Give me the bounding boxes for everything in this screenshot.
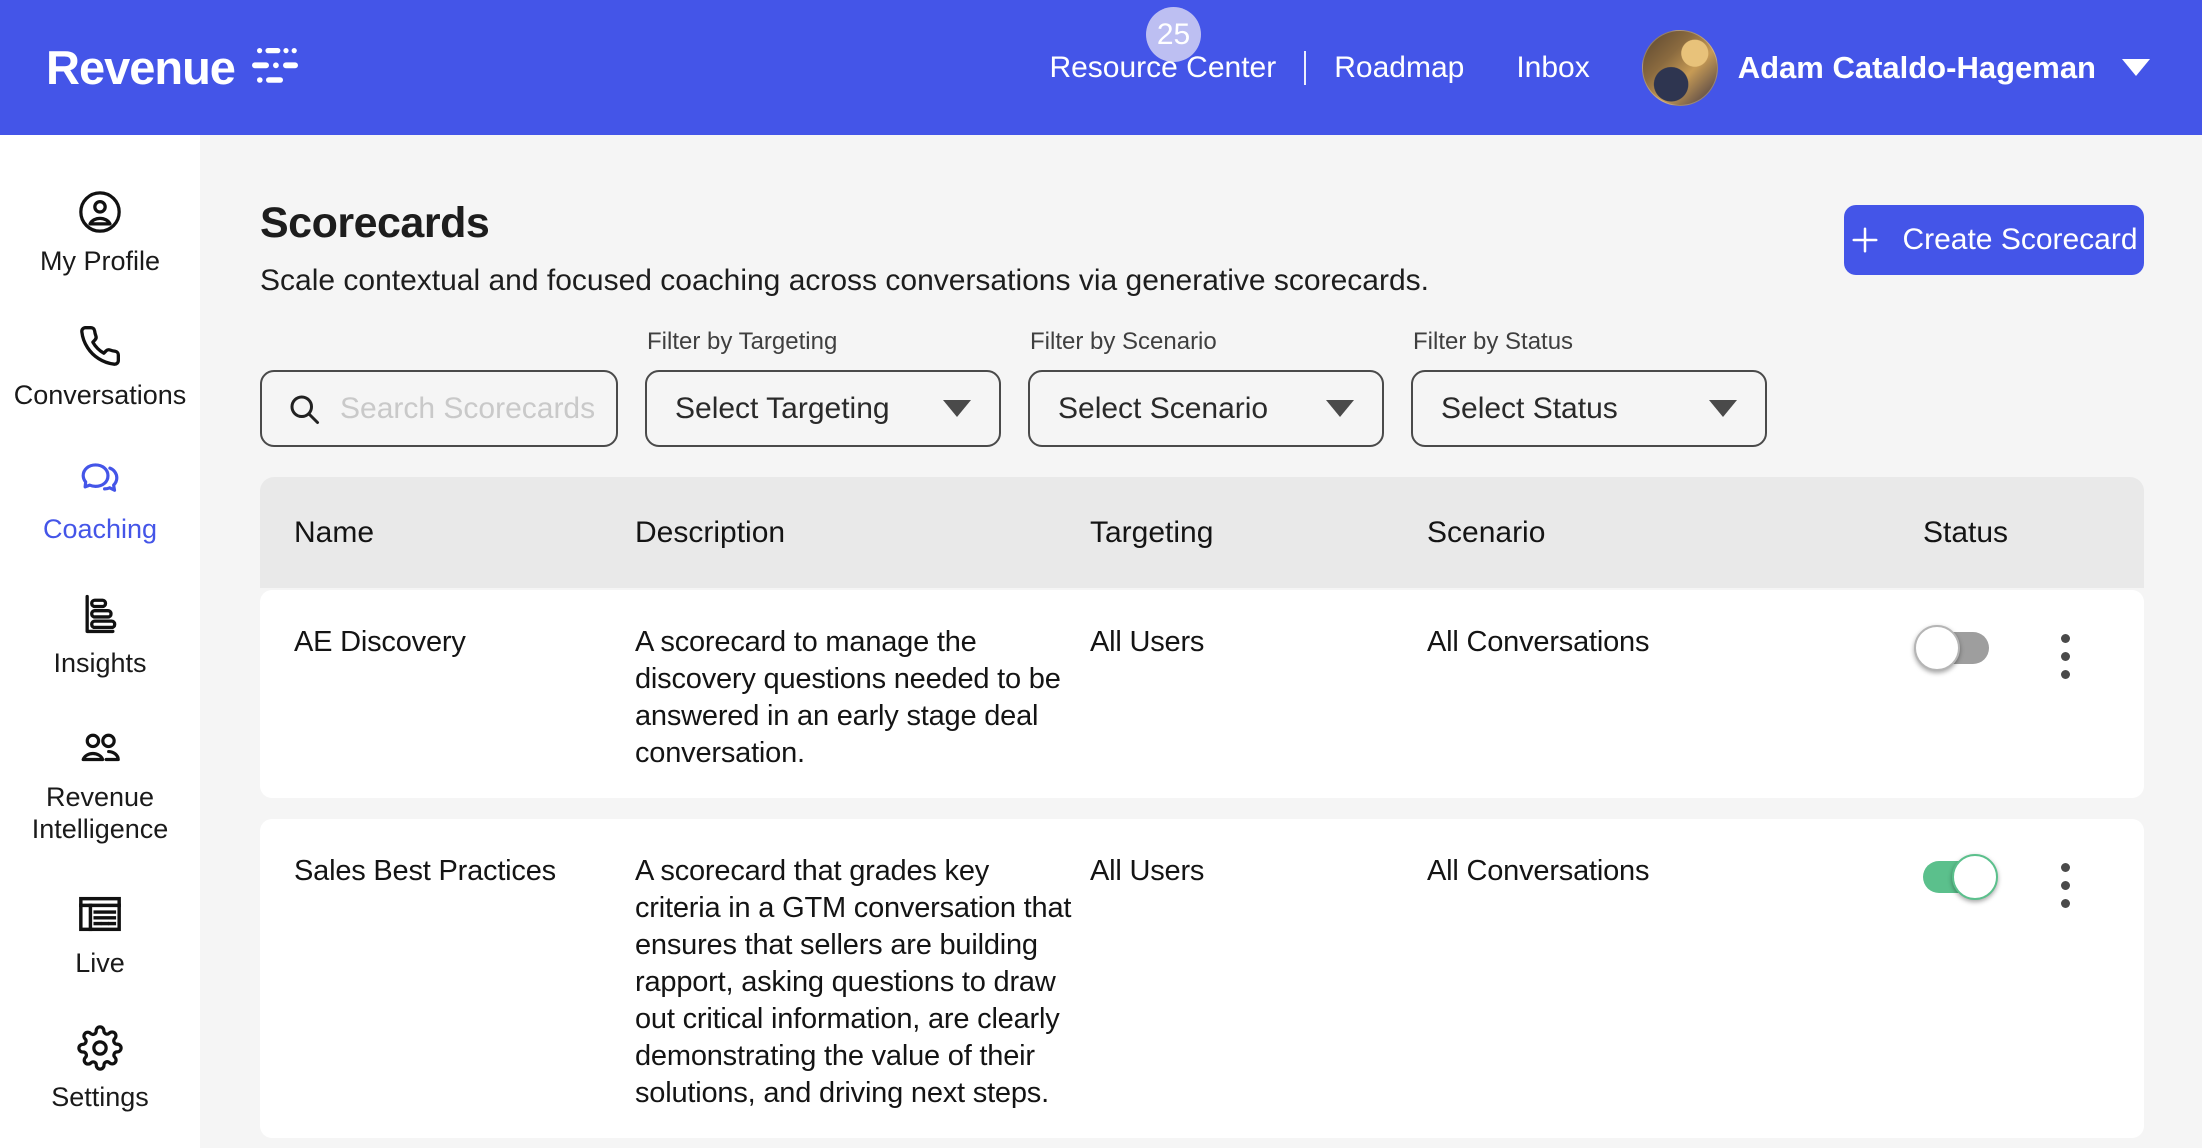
search-scorecards-box <box>260 370 618 447</box>
scenario-select-value: Select Scenario <box>1058 392 1268 426</box>
cell-description: A scorecard to manage the discovery ques… <box>635 624 1090 772</box>
column-header-name: Name <box>294 516 635 550</box>
filter-scenario-group: Filter by Scenario Select Scenario <box>1028 328 1384 447</box>
sidebar-nav: My Profile Conversations Coaching <box>0 135 200 1148</box>
status-toggle[interactable] <box>1923 632 1989 664</box>
app-root: Revenue 25 Resource Center Roadmap Inbox… <box>0 0 2202 1148</box>
sidebar-item-label: Settings <box>5 1081 195 1113</box>
column-header-status: Status <box>1923 516 2134 550</box>
cell-status <box>1923 853 2134 914</box>
user-avatar[interactable] <box>1642 30 1718 106</box>
search-icon <box>286 391 322 427</box>
table-header-row: Name Description Targeting Scenario Stat… <box>260 477 2144 588</box>
toggle-knob <box>1952 854 1998 900</box>
logo-text: Revenue <box>46 40 235 95</box>
status-toggle[interactable] <box>1923 861 1989 893</box>
nav-roadmap[interactable]: Roadmap <box>1334 51 1464 85</box>
cell-targeting: All Users <box>1090 853 1427 890</box>
header-nav: Resource Center Roadmap Inbox Adam Catal… <box>1049 0 2150 135</box>
sidebar-item-insights[interactable]: Insights <box>5 591 195 679</box>
top-header: Revenue 25 Resource Center Roadmap Inbox… <box>0 0 2202 135</box>
create-scorecard-button[interactable]: Create Scorecard <box>1844 205 2144 275</box>
nav-resource-center[interactable]: Resource Center <box>1049 51 1276 85</box>
search-input[interactable] <box>322 392 602 426</box>
sidebar-item-conversations[interactable]: Conversations <box>5 323 195 411</box>
cell-name: AE Discovery <box>294 624 635 661</box>
page-head-text: Scorecards Scale contextual and focused … <box>260 199 1429 298</box>
scenario-select[interactable]: Select Scenario <box>1028 370 1384 447</box>
caret-down-icon <box>1709 400 1737 417</box>
leaderboard-bars-icon <box>77 591 123 637</box>
two-people-icon <box>77 725 123 771</box>
sidebar-item-revenue-intelligence[interactable]: Revenue Intelligence <box>5 725 195 845</box>
toggle-knob <box>1914 625 1960 671</box>
filter-status-label: Filter by Status <box>1413 328 1767 356</box>
sidebar-item-my-profile[interactable]: My Profile <box>5 189 195 277</box>
sidebar-item-label: Conversations <box>5 379 195 411</box>
cell-status <box>1923 624 2134 685</box>
gear-icon <box>77 1025 123 1071</box>
caret-down-icon <box>943 400 971 417</box>
status-select-value: Select Status <box>1441 392 1618 426</box>
logo-signal-icon <box>249 46 301 90</box>
table-row: AE Discovery A scorecard to manage the d… <box>260 590 2144 798</box>
sidebar-item-coaching[interactable]: Coaching <box>5 457 195 545</box>
row-menu-kebab-icon[interactable] <box>2051 857 2080 914</box>
cell-description: A scorecard that grades key criteria in … <box>635 853 1090 1112</box>
scorecards-table: Name Description Targeting Scenario Stat… <box>260 477 2144 1138</box>
page-subtitle: Scale contextual and focused coaching ac… <box>260 264 1429 298</box>
row-menu-kebab-icon[interactable] <box>2051 628 2080 685</box>
sidebar-item-label: Coaching <box>5 513 195 545</box>
app-logo[interactable]: Revenue <box>46 0 301 135</box>
nav-separator <box>1304 51 1306 85</box>
caret-down-icon <box>1326 400 1354 417</box>
targeting-select[interactable]: Select Targeting <box>645 370 1001 447</box>
user-menu-caret-down-icon[interactable] <box>2122 59 2150 76</box>
cell-scenario: All Conversations <box>1427 853 1923 890</box>
filter-scenario-label: Filter by Scenario <box>1030 328 1384 356</box>
table-row: Sales Best Practices A scorecard that gr… <box>260 819 2144 1138</box>
sidebar-item-settings[interactable]: Settings <box>5 1025 195 1113</box>
column-header-scenario: Scenario <box>1427 516 1923 550</box>
main-content: Scorecards Scale contextual and focused … <box>200 135 2202 1148</box>
dashboard-screen-icon <box>77 891 123 937</box>
filter-targeting-group: Filter by Targeting Select Targeting <box>645 328 1001 447</box>
column-header-description: Description <box>635 516 1090 550</box>
sidebar-item-label: Insights <box>5 647 195 679</box>
user-name: Adam Cataldo-Hageman <box>1738 50 2096 86</box>
targeting-select-value: Select Targeting <box>675 392 890 426</box>
cell-name: Sales Best Practices <box>294 853 635 890</box>
nav-inbox[interactable]: Inbox <box>1516 51 1589 85</box>
phone-icon <box>77 323 123 369</box>
page-title: Scorecards <box>260 199 1429 248</box>
cell-targeting: All Users <box>1090 624 1427 661</box>
user-circle-icon <box>77 189 123 235</box>
sidebar-item-live[interactable]: Live <box>5 891 195 979</box>
plus-icon <box>1850 225 1880 255</box>
sidebar-item-label: My Profile <box>5 245 195 277</box>
sidebar-item-label: Revenue Intelligence <box>5 781 195 845</box>
chat-bubbles-icon <box>77 457 123 503</box>
cell-scenario: All Conversations <box>1427 624 1923 661</box>
sidebar-item-label: Live <box>5 947 195 979</box>
create-scorecard-label: Create Scorecard <box>1902 223 2137 257</box>
column-header-targeting: Targeting <box>1090 516 1427 550</box>
filter-targeting-label: Filter by Targeting <box>647 328 1001 356</box>
filter-status-group: Filter by Status Select Status <box>1411 328 1767 447</box>
status-select[interactable]: Select Status <box>1411 370 1767 447</box>
